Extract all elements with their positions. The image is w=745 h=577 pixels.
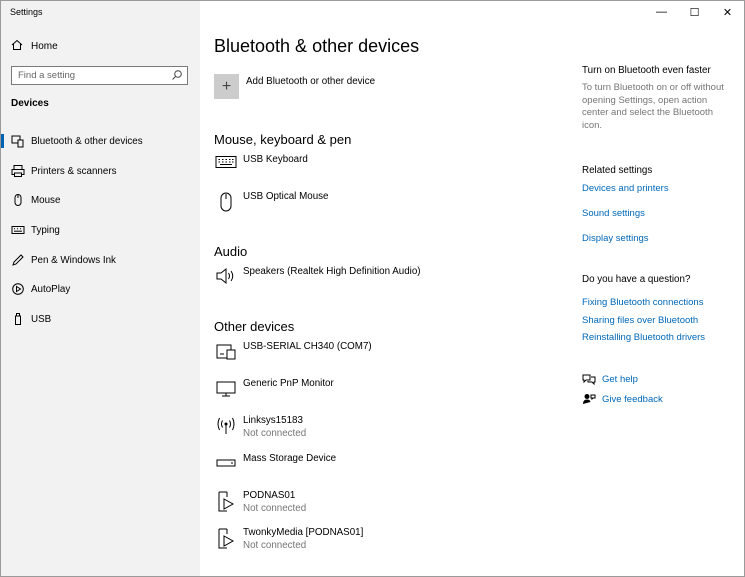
device-linksys[interactable]: Linksys15183 Not connected xyxy=(214,415,306,440)
wireless-icon xyxy=(214,415,237,437)
sidebar-item-label: Typing xyxy=(31,224,60,236)
device-generic-monitor[interactable]: Generic PnP Monitor xyxy=(214,378,334,400)
group-heading-mouse-keyboard: Mouse, keyboard & pen xyxy=(214,132,352,147)
search-icon[interactable] xyxy=(171,68,183,82)
monitor-icon xyxy=(214,378,237,400)
maximize-icon: ☐ xyxy=(689,6,700,19)
printer-icon xyxy=(11,164,25,178)
sidebar-item-mouse[interactable]: Mouse xyxy=(1,186,200,214)
sidebar-item-label: Pen & Windows Ink xyxy=(31,254,116,266)
bluetooth-devices-icon xyxy=(11,134,25,148)
minimize-button[interactable]: — xyxy=(645,1,678,23)
usb-icon xyxy=(11,312,25,326)
autoplay-icon xyxy=(11,282,25,296)
device-name: USB Keyboard xyxy=(243,154,308,165)
group-heading-other: Other devices xyxy=(214,319,295,334)
drive-icon xyxy=(214,453,237,475)
give-feedback-link[interactable]: Give feedback xyxy=(582,393,663,405)
device-name: TwonkyMedia [PODNAS01] xyxy=(243,527,364,538)
media-device-icon xyxy=(214,527,237,549)
sidebar-item-autoplay[interactable]: AutoPlay xyxy=(1,275,200,303)
device-usb-optical-mouse[interactable]: USB Optical Mouse xyxy=(214,191,328,213)
device-name: Mass Storage Device xyxy=(243,453,337,464)
device-usb-keyboard[interactable]: USB Keyboard xyxy=(214,154,308,176)
sidebar-item-label: Printers & scanners xyxy=(31,165,117,177)
chat-help-icon xyxy=(582,373,596,385)
device-speakers[interactable]: Speakers (Realtek High Definition Audio) xyxy=(214,266,421,288)
sidebar-item-printers[interactable]: Printers & scanners xyxy=(1,157,200,185)
speaker-icon xyxy=(214,266,237,288)
search-box[interactable] xyxy=(11,66,188,85)
sidebar-item-label: AutoPlay xyxy=(31,283,71,295)
keyboard-icon xyxy=(11,223,25,237)
mouse-icon xyxy=(11,193,25,207)
question-heading: Do you have a question? xyxy=(582,274,691,285)
window-title: Settings xyxy=(10,7,43,17)
link-devices-printers[interactable]: Devices and printers xyxy=(582,183,669,194)
home-link[interactable]: Home xyxy=(11,39,58,54)
page-title: Bluetooth & other devices xyxy=(214,36,420,56)
section-label-devices: Devices xyxy=(11,98,49,109)
sidebar-item-typing[interactable]: Typing xyxy=(1,216,200,244)
device-status: Not connected xyxy=(243,540,307,551)
add-device-button[interactable]: + Add Bluetooth or other device xyxy=(214,74,375,99)
device-podnas01[interactable]: PODNAS01 Not connected xyxy=(214,490,306,515)
close-button[interactable]: ✕ xyxy=(711,1,744,23)
sidebar-item-label: Bluetooth & other devices xyxy=(31,135,143,147)
get-help-label: Get help xyxy=(602,373,638,385)
device-usb-serial[interactable]: USB-SERIAL CH340 (COM7) xyxy=(214,341,372,363)
device-name: Generic PnP Monitor xyxy=(243,378,334,389)
get-help-link[interactable]: Get help xyxy=(582,373,638,385)
tip-text: To turn Bluetooth on or off without open… xyxy=(582,82,724,131)
device-name: Linksys15183 xyxy=(243,415,303,426)
sidebar-item-usb[interactable]: USB xyxy=(1,305,200,333)
keyboard-icon xyxy=(214,154,237,176)
device-icon xyxy=(214,341,237,363)
caption-buttons: — ☐ ✕ xyxy=(645,1,744,23)
home-label: Home xyxy=(31,41,58,52)
home-icon xyxy=(11,39,27,54)
give-feedback-label: Give feedback xyxy=(602,393,663,405)
device-name: PODNAS01 xyxy=(243,490,296,501)
device-mass-storage[interactable]: Mass Storage Device xyxy=(214,453,336,475)
media-device-icon xyxy=(214,490,237,512)
tip-heading: Turn on Bluetooth even faster xyxy=(582,65,711,76)
device-status: Not connected xyxy=(243,503,307,514)
device-name: Speakers (Realtek High Definition Audio) xyxy=(243,266,421,277)
sidebar-item-pen[interactable]: Pen & Windows Ink xyxy=(1,246,200,274)
link-sharing-files[interactable]: Sharing files over Bluetooth xyxy=(582,315,698,326)
pen-icon xyxy=(11,253,25,267)
sidebar: Settings Home Devices Bluetooth & other … xyxy=(1,1,200,576)
device-name: USB-SERIAL CH340 (COM7) xyxy=(243,341,372,352)
mouse-icon xyxy=(214,191,237,213)
sidebar-item-label: Mouse xyxy=(31,194,61,206)
feedback-icon xyxy=(582,393,596,405)
link-reinstalling-drivers[interactable]: Reinstalling Bluetooth drivers xyxy=(582,332,705,343)
search-input[interactable] xyxy=(12,67,168,84)
group-heading-audio: Audio xyxy=(214,244,248,259)
link-fixing-bluetooth[interactable]: Fixing Bluetooth connections xyxy=(582,297,703,308)
close-icon: ✕ xyxy=(722,6,733,19)
maximize-button[interactable]: ☐ xyxy=(678,1,711,23)
sidebar-item-bluetooth[interactable]: Bluetooth & other devices xyxy=(1,127,200,155)
sidebar-item-label: USB xyxy=(31,313,52,325)
device-status: Not connected xyxy=(243,428,307,439)
device-twonkymedia[interactable]: TwonkyMedia [PODNAS01] Not connected xyxy=(214,527,363,552)
link-sound-settings[interactable]: Sound settings xyxy=(582,208,645,219)
device-name: USB Optical Mouse xyxy=(243,191,329,202)
plus-icon: + xyxy=(214,74,239,99)
link-display-settings[interactable]: Display settings xyxy=(582,233,649,244)
minimize-icon: — xyxy=(656,6,667,18)
add-device-label: Add Bluetooth or other device xyxy=(246,76,376,87)
related-settings-heading: Related settings xyxy=(582,165,653,176)
settings-window: Settings Home Devices Bluetooth & other … xyxy=(0,0,745,577)
